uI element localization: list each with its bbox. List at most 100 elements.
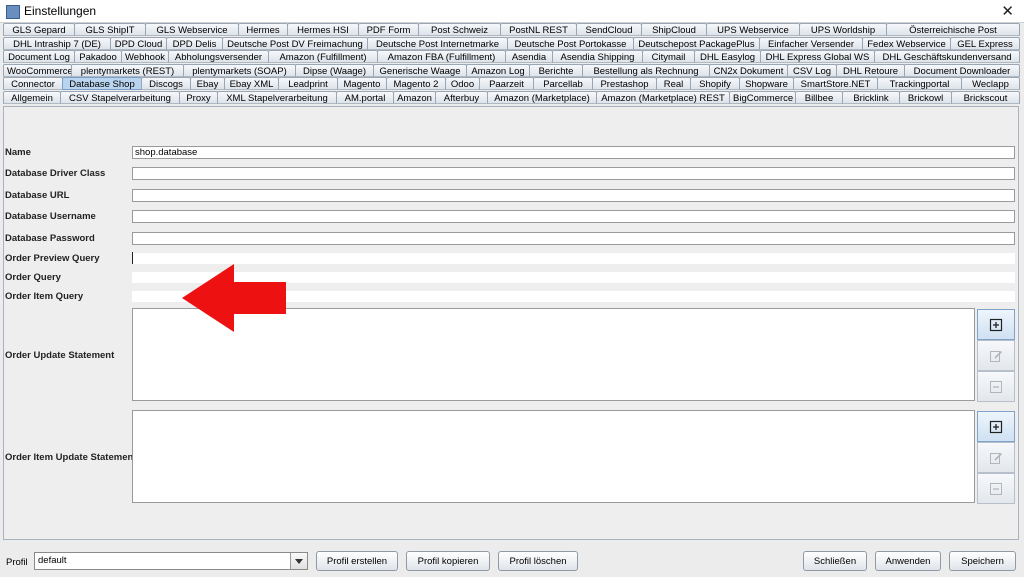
tab-csv-stapelverarbeitung[interactable]: CSV Stapelverarbeitung xyxy=(60,90,180,104)
profil-kopieren-button[interactable]: Profil kopieren xyxy=(406,551,490,571)
tab-postnl-rest[interactable]: PostNL REST xyxy=(500,23,577,36)
tab-bestellung-als-rechnung[interactable]: Bestellung als Rechnung xyxy=(582,63,710,77)
profil-erstellen-button[interactable]: Profil erstellen xyxy=(316,551,398,571)
tab-asendia-shipping[interactable]: Asendia Shipping xyxy=(552,50,643,64)
driver-class-field[interactable] xyxy=(132,167,1015,180)
tab-berichte[interactable]: Berichte xyxy=(529,63,583,77)
tab-dpd-delis[interactable]: DPD Delis xyxy=(166,36,223,50)
tab-discogs[interactable]: Discogs xyxy=(141,77,191,91)
tab-magento-2[interactable]: Magento 2 xyxy=(386,77,446,91)
tab-ups-webservice[interactable]: UPS Webservice xyxy=(706,23,800,36)
tab-hermes[interactable]: Hermes xyxy=(238,23,288,36)
tab-abholungsversender[interactable]: Abholungsversender xyxy=(168,50,269,64)
tab-deutsche-post-portokasse[interactable]: Deutsche Post Portokasse xyxy=(507,36,634,50)
tab-shopware[interactable]: Shopware xyxy=(739,77,794,91)
database-url-field[interactable] xyxy=(132,189,1015,202)
tab-post-schweiz[interactable]: Post Schweiz xyxy=(418,23,501,36)
tab-hermes-hsi[interactable]: Hermes HSI xyxy=(287,23,359,36)
tab-sendcloud[interactable]: SendCloud xyxy=(576,23,642,36)
tab-dhl-intraship-7-de[interactable]: DHL Intraship 7 (DE) xyxy=(3,36,111,50)
tab-deutsche-post-internetmarke[interactable]: Deutsche Post Internetmarke xyxy=(367,36,508,50)
add-item-update-statement-button[interactable] xyxy=(977,411,1015,442)
tab-gls-webservice[interactable]: GLS Webservice xyxy=(145,23,239,36)
tab-bricklink[interactable]: Bricklink xyxy=(842,90,900,104)
tab-connector[interactable]: Connector xyxy=(3,77,63,91)
edit-item-update-statement-button[interactable] xyxy=(977,442,1015,473)
tab-citymail[interactable]: Citymail xyxy=(642,50,695,64)
tab-gel-express[interactable]: GEL Express xyxy=(950,36,1020,50)
tab-real[interactable]: Real xyxy=(656,77,691,91)
tab-dhl-easylog[interactable]: DHL Easylog xyxy=(694,50,761,64)
tab-amazon[interactable]: Amazon xyxy=(393,90,436,104)
tab-amazon-log[interactable]: Amazon Log xyxy=(466,63,530,77)
tab-dhl-geschäftskundenversand[interactable]: DHL Geschäftskundenversand xyxy=(874,50,1020,64)
database-username-field[interactable] xyxy=(132,210,1015,223)
tab-woocommerce[interactable]: WooCommerce xyxy=(3,63,72,77)
tab-webhook[interactable]: Webhook xyxy=(121,50,169,64)
tab-plentymarkets-rest[interactable]: plentymarkets (REST) xyxy=(71,63,184,77)
tab-paarzeit[interactable]: Paarzeit xyxy=(479,77,534,91)
tab-document-downloader[interactable]: Document Downloader xyxy=(904,63,1020,77)
tab-document-log[interactable]: Document Log xyxy=(3,50,75,64)
tab-plentymarkets-soap[interactable]: plentymarkets (SOAP) xyxy=(183,63,296,77)
remove-update-statement-button[interactable] xyxy=(977,371,1015,402)
tab-odoo[interactable]: Odoo xyxy=(445,77,480,91)
tab-dipse-waage[interactable]: Dipse (Waage) xyxy=(295,63,374,77)
save-button[interactable]: Speichern xyxy=(949,551,1016,571)
tab-asendia[interactable]: Asendia xyxy=(505,50,553,64)
tab-ebay[interactable]: Ebay xyxy=(190,77,225,91)
close-icon[interactable]: ✕ xyxy=(1001,2,1014,20)
tab-shipcloud[interactable]: ShipCloud xyxy=(641,23,707,36)
order-item-update-statement-list[interactable] xyxy=(132,410,975,503)
tab-proxy[interactable]: Proxy xyxy=(179,90,218,104)
tab-bigcommerce[interactable]: BigCommerce xyxy=(729,90,796,104)
profil-loeschen-button[interactable]: Profil löschen xyxy=(498,551,578,571)
tab-amazon-marketplace[interactable]: Amazon (Marketplace) xyxy=(487,90,597,104)
tab-xml-stapelverarbeitung[interactable]: XML Stapelverarbeitung xyxy=(217,90,337,104)
tab-amazon-fulfillment[interactable]: Amazon (Fulfillment) xyxy=(268,50,378,64)
tab-leadprint[interactable]: Leadprint xyxy=(278,77,338,91)
profil-select[interactable]: default xyxy=(34,552,308,570)
tab-afterbuy[interactable]: Afterbuy xyxy=(435,90,488,104)
tab-brickscout[interactable]: Brickscout xyxy=(951,90,1020,104)
tab-smartstore-net[interactable]: SmartStore.NET xyxy=(793,77,878,91)
tab-cn2x-dokument[interactable]: CN2x Dokument xyxy=(709,63,788,77)
tab-weclapp[interactable]: Weclapp xyxy=(961,77,1020,91)
apply-button[interactable]: Anwenden xyxy=(875,551,941,571)
tab-billbee[interactable]: Billbee xyxy=(795,90,843,104)
tab-dhl-express-global-ws[interactable]: DHL Express Global WS xyxy=(760,50,875,64)
tab-brickowl[interactable]: Brickowl xyxy=(899,90,952,104)
tab-deutsche-post-dv-freimachung[interactable]: Deutsche Post DV Freimachung xyxy=(222,36,368,50)
edit-update-statement-button[interactable] xyxy=(977,340,1015,371)
tab-parcellab[interactable]: Parcellab xyxy=(533,77,593,91)
tab-magento[interactable]: Magento xyxy=(337,77,387,91)
tab-ups-worldship[interactable]: UPS Worldship xyxy=(799,23,887,36)
chevron-down-icon[interactable] xyxy=(290,553,307,569)
database-password-field[interactable] xyxy=(132,232,1015,245)
add-update-statement-button[interactable] xyxy=(977,309,1015,340)
tab-ebay-xml[interactable]: Ebay XML xyxy=(224,77,279,91)
tab-pdf-form[interactable]: PDF Form xyxy=(358,23,419,36)
tab-csv-log[interactable]: CSV Log xyxy=(787,63,837,77)
tab-shopify[interactable]: Shopify xyxy=(690,77,740,91)
tab-gls-gepard[interactable]: GLS Gepard xyxy=(3,23,75,36)
tab-generische-waage[interactable]: Generische Waage xyxy=(373,63,467,77)
tab-deutschepost-packageplus[interactable]: Deutschepost PackagePlus xyxy=(633,36,760,50)
tab-fedex-webservice[interactable]: Fedex Webservice xyxy=(862,36,951,50)
tab-gls-shipit[interactable]: GLS ShipIT xyxy=(74,23,146,36)
tab-einfacher-versender[interactable]: Einfacher Versender xyxy=(759,36,863,50)
tab-österreichische-post[interactable]: Österreichische Post xyxy=(886,23,1020,36)
tab-trackingportal[interactable]: Trackingportal xyxy=(877,77,962,91)
name-field[interactable]: shop.database xyxy=(132,146,1015,159)
close-button[interactable]: Schließen xyxy=(803,551,867,571)
tab-dpd-cloud[interactable]: DPD Cloud xyxy=(110,36,167,50)
order-preview-query-field[interactable] xyxy=(132,253,1015,264)
tab-allgemein[interactable]: Allgemein xyxy=(3,90,61,104)
tab-prestashop[interactable]: Prestashop xyxy=(592,77,657,91)
remove-item-update-statement-button[interactable] xyxy=(977,473,1015,504)
tab-am-portal[interactable]: AM.portal xyxy=(336,90,394,104)
tab-amazon-fba-fulfillment[interactable]: Amazon FBA (Fulfillment) xyxy=(377,50,506,64)
tab-pakadoo[interactable]: Pakadoo xyxy=(74,50,122,64)
tab-dhl-retoure[interactable]: DHL Retoure xyxy=(836,63,905,77)
tab-amazon-marketplace-rest[interactable]: Amazon (Marketplace) REST xyxy=(596,90,730,104)
